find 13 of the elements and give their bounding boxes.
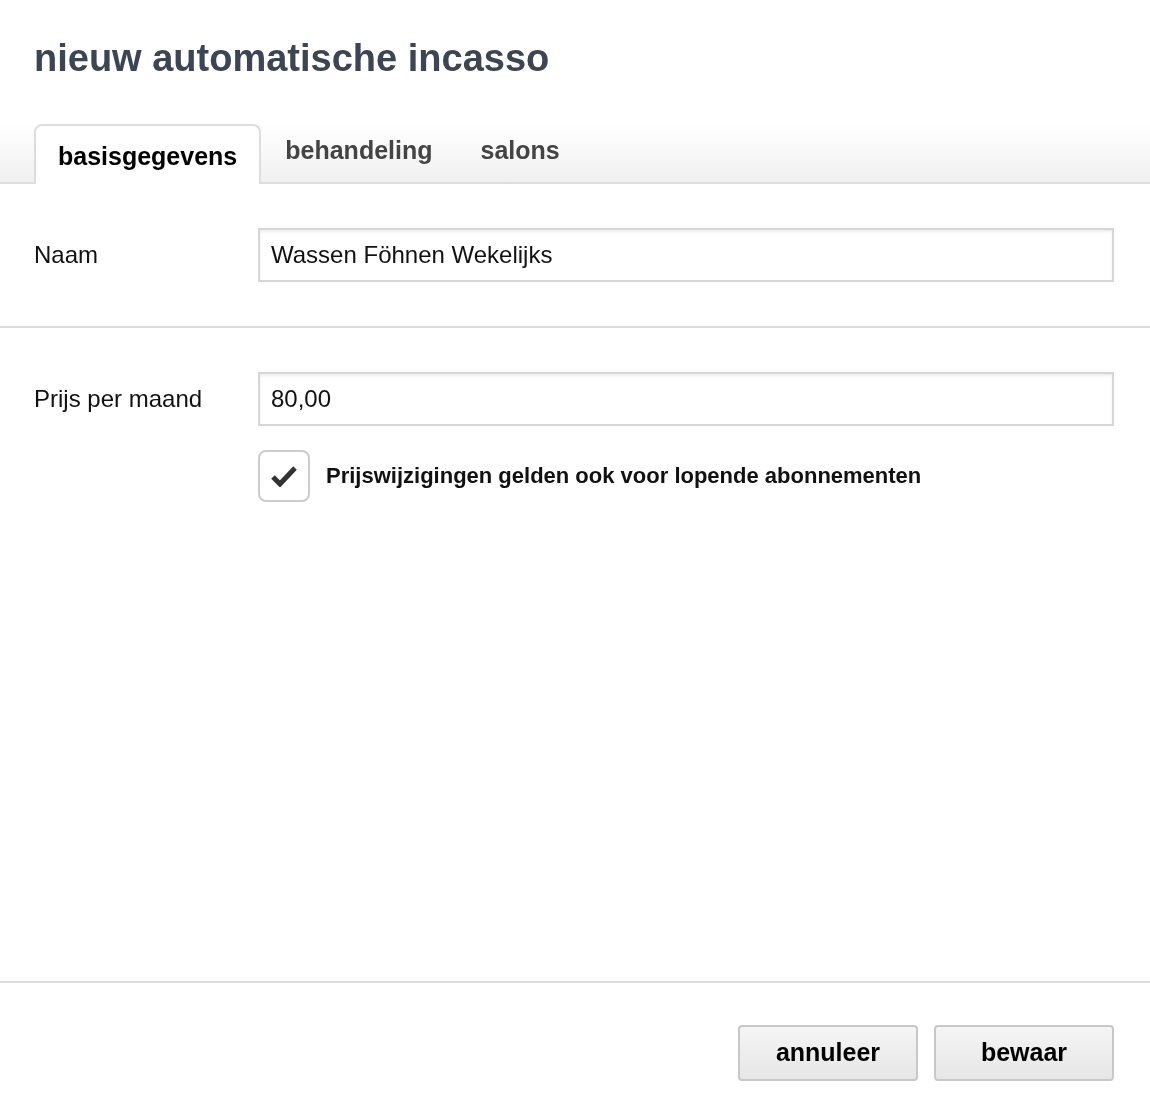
- footer-button[interactable]: bewaar: [934, 1024, 1114, 1081]
- checkbox[interactable]: [258, 449, 310, 502]
- tab[interactable]: salons: [456, 118, 584, 184]
- checkmark-icon: [271, 464, 297, 487]
- field-label: Prijs per maand: [34, 383, 204, 414]
- input-field[interactable]: 80,00: [258, 371, 1114, 426]
- input-field[interactable]: Wassen Föhnen Wekelijks: [258, 227, 1114, 282]
- tab[interactable]: basisgegevens: [34, 123, 262, 184]
- footer-button[interactable]: annuleer: [738, 1024, 918, 1081]
- tab[interactable]: behandeling: [261, 118, 457, 184]
- dialog-title: nieuw automatische incasso: [33, 36, 551, 81]
- checkbox-label: Prijswijzigingen gelden ook voor lopende abonnementen: [326, 462, 922, 491]
- field-label: Naam: [34, 239, 100, 270]
